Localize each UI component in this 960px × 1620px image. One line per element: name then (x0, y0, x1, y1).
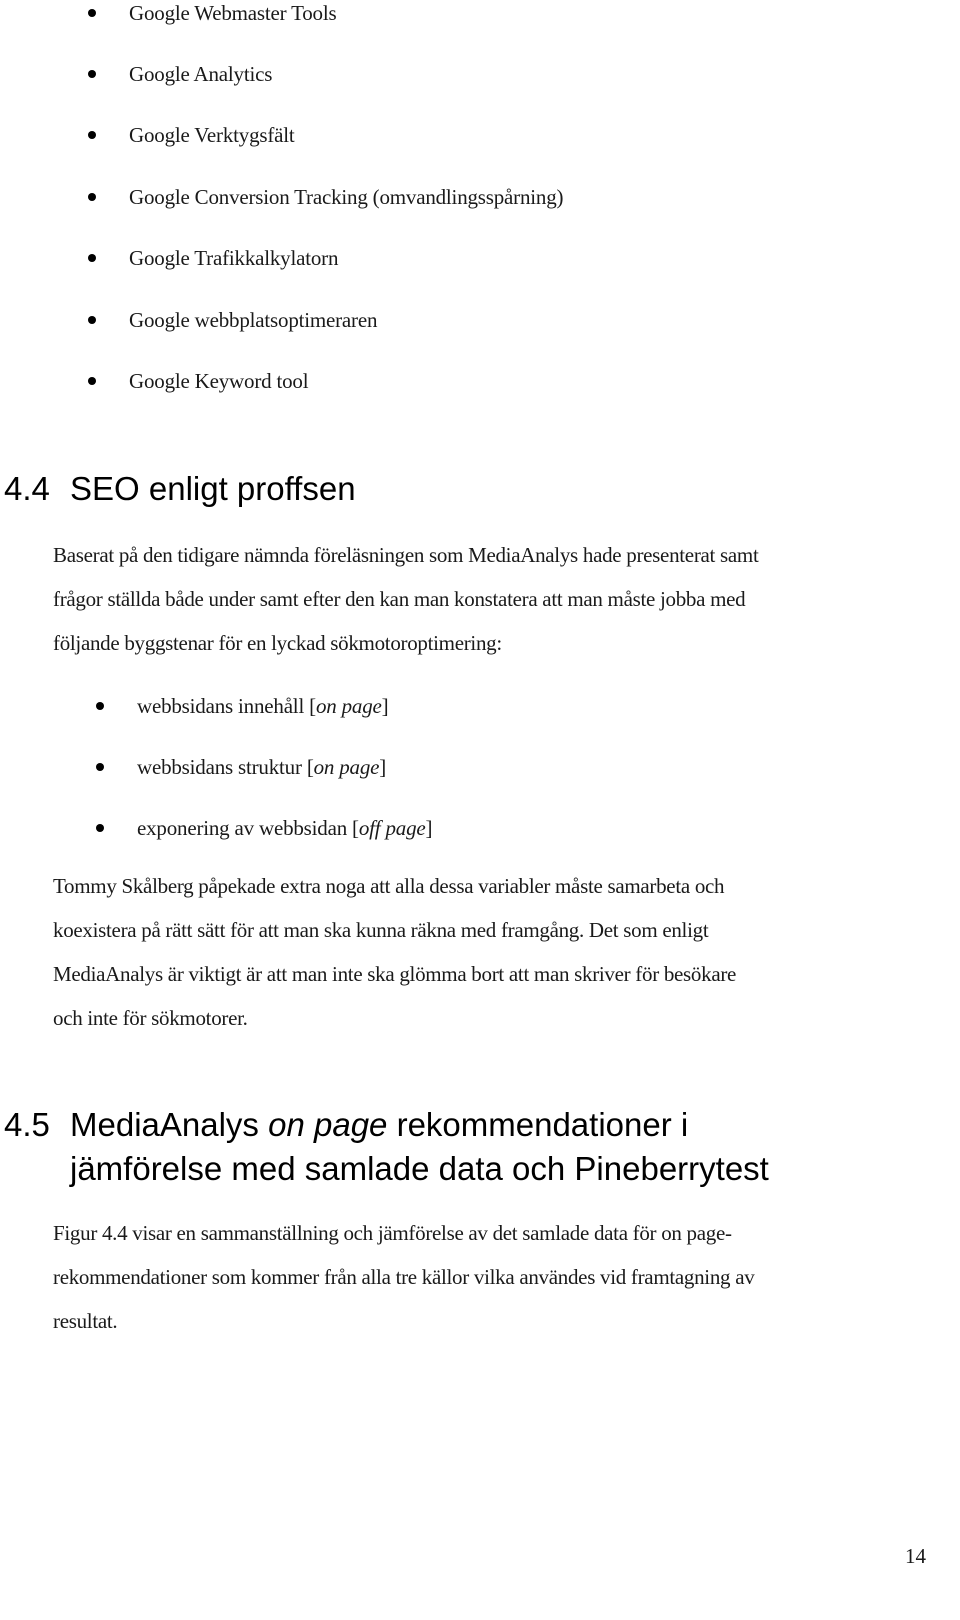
page-number: 14 (905, 1544, 926, 1568)
paragraph-line: följande byggstenar för en lyckad sökmot… (53, 631, 502, 655)
section-heading-4-4: 4.4 SEO enligt proffsen (4, 467, 356, 511)
section-heading-4-5: 4.5 MediaAnalys on page rekommendationer … (4, 1103, 688, 1147)
bullet-icon (88, 193, 96, 201)
paragraph-line: frågor ställda både under samt efter den… (53, 587, 746, 611)
emphasis: on page (315, 694, 382, 718)
section-title-line2: jämförelse med samlade data och Pineberr… (70, 1150, 769, 1187)
bullet-icon (88, 254, 96, 262)
paragraph-line: resultat. (53, 1309, 118, 1333)
section-title-emphasis: on page (268, 1106, 388, 1143)
paragraph-line: Baserat på den tidigare nämnda föreläsni… (53, 543, 759, 567)
section-number: 4.4 (4, 470, 50, 507)
paragraph-line: Figur 4.4 visar en sammanställning och j… (53, 1221, 732, 1245)
section-title-part2: rekommendationer i (387, 1106, 689, 1143)
emphasis: off page (358, 816, 426, 840)
bullet-icon (88, 131, 96, 139)
paragraph-line: MediaAnalys är viktigt är att man inte s… (53, 962, 737, 986)
section-title: SEO enligt proffsen (70, 470, 356, 507)
section-number: 4.5 (4, 1106, 50, 1143)
paragraph-line: rekommendationer som kommer från alla tr… (53, 1265, 755, 1289)
emphasis: on page (313, 755, 380, 779)
bullet-icon (88, 377, 96, 385)
bullet-icon (88, 70, 96, 78)
paragraph-line: koexistera på rätt sätt för att man ska … (53, 918, 709, 942)
paragraph-line: och inte för sökmotorer. (53, 1006, 248, 1030)
section-title-part1: MediaAnalys (70, 1106, 269, 1143)
paragraph-line: Tommy Skålberg påpekade extra noga att a… (53, 874, 725, 898)
bullet-icon (96, 824, 104, 832)
bullet-icon (96, 763, 104, 771)
bullet-icon (88, 316, 96, 324)
bullet-icon (88, 9, 96, 17)
bullet-icon (96, 702, 104, 710)
